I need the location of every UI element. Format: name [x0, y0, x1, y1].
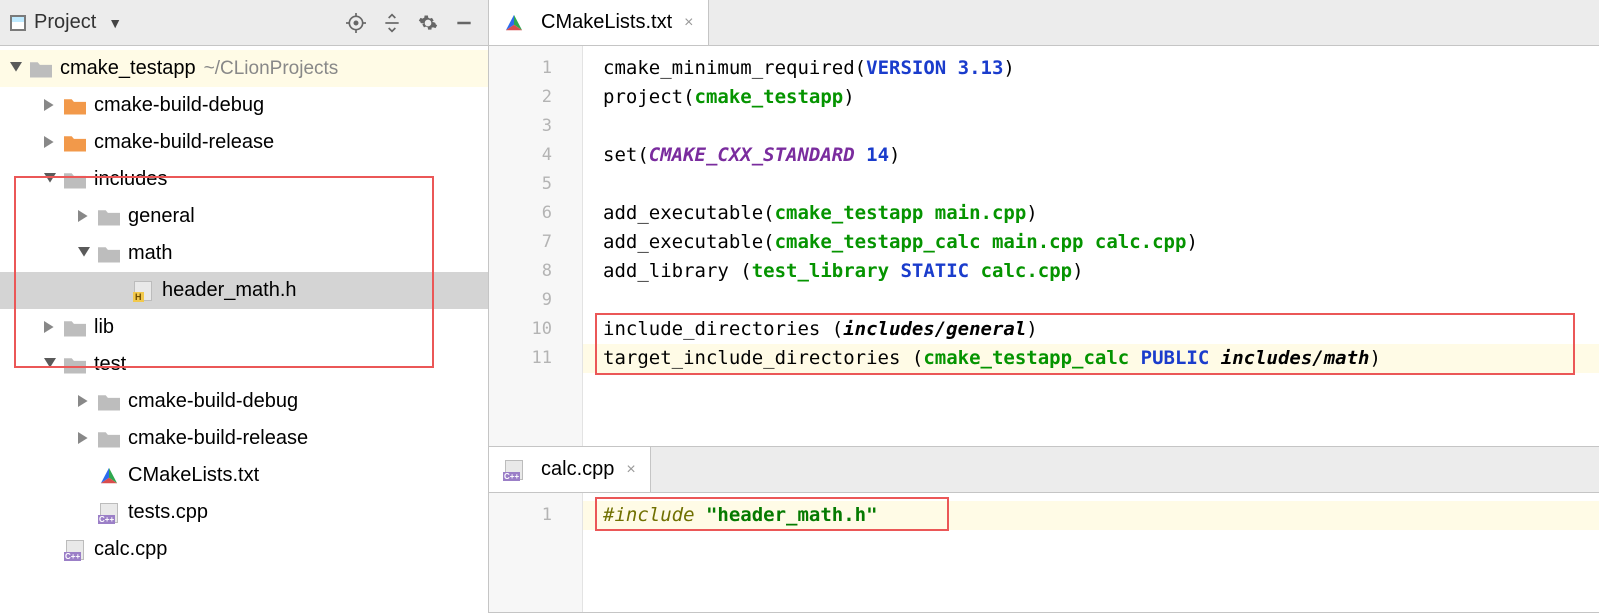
- gutter-bottom: 1: [489, 493, 583, 612]
- tree-label: general: [128, 205, 195, 228]
- locate-target-icon[interactable]: [342, 9, 370, 37]
- tab-calc-cpp[interactable]: calc.cpp ×: [489, 447, 651, 492]
- chevron-down-icon[interactable]: [10, 62, 24, 76]
- cpp-file-icon: [503, 460, 525, 480]
- chevron-right-icon[interactable]: [78, 210, 92, 224]
- chevron-down-icon[interactable]: [44, 358, 58, 372]
- tree-path: ~/CLionProjects: [204, 58, 339, 80]
- tree-item-calc-cpp[interactable]: calc.cpp: [0, 531, 488, 568]
- tree-item-test[interactable]: test: [0, 346, 488, 383]
- gear-icon[interactable]: [414, 9, 442, 37]
- cpp-file-icon: [98, 503, 120, 523]
- line-number: 4: [489, 141, 582, 170]
- gutter-top: 1234567891011: [489, 46, 583, 446]
- folder-icon: [30, 59, 52, 79]
- code-top[interactable]: cmake_minimum_required(VERSION 3.13) pro…: [583, 46, 1599, 446]
- tree-item-general[interactable]: general: [0, 198, 488, 235]
- tree-item-cmake-build-release[interactable]: cmake-build-release: [0, 420, 488, 457]
- line-number: 11: [489, 344, 582, 373]
- project-title[interactable]: Project: [34, 11, 96, 34]
- tree-item-cmake-build-debug[interactable]: cmake-build-debug: [0, 87, 488, 124]
- tree-item-cmake-build-debug[interactable]: cmake-build-debug: [0, 383, 488, 420]
- collapse-all-icon[interactable]: [378, 9, 406, 37]
- cpp-file-icon: [64, 540, 86, 560]
- tree-item-header-math-h[interactable]: header_math.h: [0, 272, 488, 309]
- folder-icon: [98, 392, 120, 412]
- tree-label: calc.cpp: [94, 538, 167, 561]
- cmake-icon: [98, 466, 120, 486]
- close-icon[interactable]: ×: [626, 461, 635, 479]
- chevron-down-icon[interactable]: [44, 173, 58, 187]
- folder-icon: [64, 318, 86, 338]
- minimize-icon[interactable]: [450, 9, 478, 37]
- editor-area: CMakeLists.txt × 1234567891011 cmake_min…: [489, 0, 1599, 613]
- tree-item-lib[interactable]: lib: [0, 309, 488, 346]
- tree-label: lib: [94, 316, 114, 339]
- folder-icon: [64, 96, 86, 116]
- tab-cmakelists[interactable]: CMakeLists.txt ×: [489, 0, 709, 45]
- tree-item-cmake-build-release[interactable]: cmake-build-release: [0, 124, 488, 161]
- chevron-right-icon[interactable]: [78, 432, 92, 446]
- cmake-icon: [503, 13, 525, 33]
- tree-label: cmake-build-release: [128, 427, 308, 450]
- editor-body-bottom[interactable]: 1 #include "header_math.h": [489, 493, 1599, 612]
- line-number: 5: [489, 170, 582, 199]
- folder-icon: [98, 207, 120, 227]
- tab-label: CMakeLists.txt: [541, 11, 672, 34]
- chevron-right-icon[interactable]: [78, 395, 92, 409]
- chevron-right-icon[interactable]: [44, 321, 58, 335]
- tree-label: tests.cpp: [128, 501, 208, 524]
- folder-icon: [64, 170, 86, 190]
- folder-icon: [98, 244, 120, 264]
- header-file-icon: [132, 281, 154, 301]
- code-bottom[interactable]: #include "header_math.h": [583, 493, 1599, 612]
- tree-label: cmake-build-debug: [94, 94, 264, 117]
- project-panel: Project ▼ cmake_testapp ~/CLionProjects …: [0, 0, 489, 613]
- line-number: 3: [489, 112, 582, 141]
- tab-label: calc.cpp: [541, 458, 614, 481]
- tree-item-tests-cpp[interactable]: tests.cpp: [0, 494, 488, 531]
- chevron-right-icon[interactable]: [44, 99, 58, 113]
- project-tree: cmake_testapp ~/CLionProjects cmake-buil…: [0, 46, 488, 613]
- line-number: 7: [489, 228, 582, 257]
- project-toolbar: Project ▼: [0, 0, 488, 46]
- tabbar-top: CMakeLists.txt ×: [489, 0, 1599, 46]
- tree-label: cmake-build-debug: [128, 390, 298, 413]
- tree-label: CMakeLists.txt: [128, 464, 259, 487]
- chevron-down-icon[interactable]: [78, 247, 92, 261]
- line-number: 1: [489, 501, 582, 530]
- folder-icon: [98, 429, 120, 449]
- tabbar-bottom: calc.cpp ×: [489, 447, 1599, 493]
- editor-cmakelists: CMakeLists.txt × 1234567891011 cmake_min…: [489, 0, 1599, 447]
- line-number: 2: [489, 83, 582, 112]
- tree-item-cmakelists-txt[interactable]: CMakeLists.txt: [0, 457, 488, 494]
- tree-label: header_math.h: [162, 279, 297, 302]
- line-number: 8: [489, 257, 582, 286]
- tree-root[interactable]: cmake_testapp ~/CLionProjects: [0, 50, 488, 87]
- chevron-right-icon[interactable]: [44, 136, 58, 150]
- chevron-down-icon[interactable]: ▼: [108, 15, 122, 31]
- tree-label: includes: [94, 168, 167, 191]
- tree-label: math: [128, 242, 172, 265]
- tree-item-includes[interactable]: includes: [0, 161, 488, 198]
- line-number: 1: [489, 54, 582, 83]
- tree-label: cmake-build-release: [94, 131, 274, 154]
- folder-icon: [64, 355, 86, 375]
- tree-label: test: [94, 353, 126, 376]
- close-icon[interactable]: ×: [684, 14, 693, 32]
- tree-item-math[interactable]: math: [0, 235, 488, 272]
- window-icon: [10, 15, 26, 31]
- folder-icon: [64, 133, 86, 153]
- line-number: 6: [489, 199, 582, 228]
- editor-calc-cpp: calc.cpp × 1 #include "header_math.h": [489, 447, 1599, 613]
- line-number: 10: [489, 315, 582, 344]
- line-number: 9: [489, 286, 582, 315]
- editor-body-top[interactable]: 1234567891011 cmake_minimum_required(VER…: [489, 46, 1599, 446]
- tree-label: cmake_testapp: [60, 57, 196, 80]
